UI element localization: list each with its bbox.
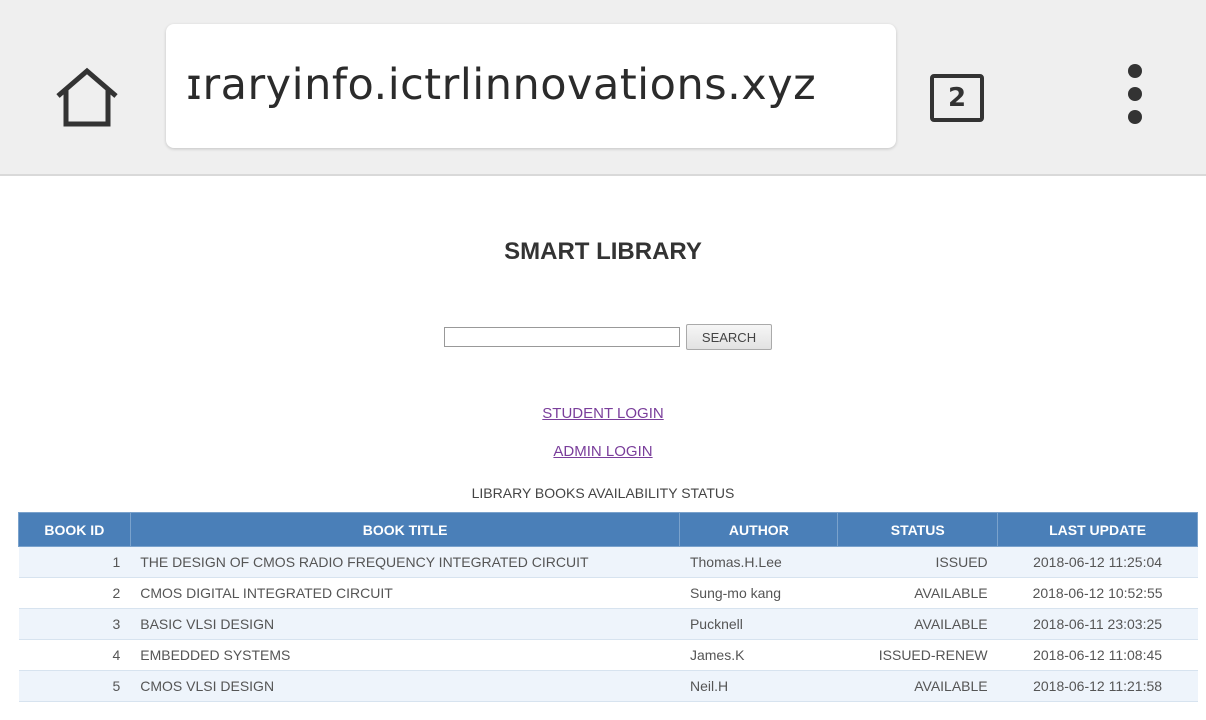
author-cell: James.K xyxy=(679,639,838,671)
book-id-cell: 2 xyxy=(18,577,131,609)
menu-dot xyxy=(1128,64,1142,78)
address-bar[interactable]: ɪraryinfo.ictrlinnovations.xyz xyxy=(166,24,896,148)
menu-dot xyxy=(1128,87,1142,101)
book-id-cell: 1 xyxy=(18,546,131,578)
column-header-last-update: LAST UPDATE xyxy=(997,512,1198,547)
home-button[interactable] xyxy=(52,66,122,128)
admin-login-link[interactable]: ADMIN LOGIN xyxy=(553,443,652,460)
menu-dot xyxy=(1128,110,1142,124)
tab-count: 2 xyxy=(947,83,967,113)
status-cell: AVAILABLE xyxy=(837,577,998,609)
table-row: 5 CMOS VLSI DESIGN Neil.H AVAILABLE 2018… xyxy=(18,670,1198,702)
tab-switcher-button[interactable]: 2 xyxy=(928,70,988,126)
search-button[interactable]: SEARCH xyxy=(686,324,772,350)
status-cell: AVAILABLE xyxy=(837,670,998,702)
url-text: ɪraryinfo.ictrlinnovations.xyz xyxy=(186,60,817,110)
book-id-cell: 4 xyxy=(18,639,131,671)
book-title-cell: THE DESIGN OF CMOS RADIO FREQUENCY INTEG… xyxy=(130,546,680,578)
column-header-book-title: BOOK TITLE xyxy=(129,512,681,547)
book-title-cell: EMBEDDED SYSTEMS xyxy=(130,639,680,671)
column-header-status: STATUS xyxy=(837,512,999,547)
author-cell: Thomas.H.Lee xyxy=(679,546,838,578)
book-id-cell: 5 xyxy=(18,670,131,702)
book-id-cell: 3 xyxy=(18,608,131,640)
status-cell: AVAILABLE xyxy=(837,608,998,640)
browser-toolbar: ɪraryinfo.ictrlinnovations.xyz 2 xyxy=(0,0,1206,176)
last-update-cell: 2018-06-11 23:03:25 xyxy=(997,608,1198,640)
table-row: 3 BASIC VLSI DESIGN Pucknell AVAILABLE 2… xyxy=(18,608,1198,640)
page-title: SMART LIBRARY xyxy=(504,238,702,265)
author-cell: Neil.H xyxy=(679,670,838,702)
books-table: BOOK ID BOOK TITLE AUTHOR STATUS LAST UP… xyxy=(18,512,1198,702)
author-cell: Pucknell xyxy=(679,608,838,640)
book-title-cell: BASIC VLSI DESIGN xyxy=(130,608,680,640)
last-update-cell: 2018-06-12 11:08:45 xyxy=(997,639,1198,671)
admin-login-link-row: ADMIN LOGIN xyxy=(0,443,1206,460)
last-update-cell: 2018-06-12 11:21:58 xyxy=(997,670,1198,702)
table-row: 1 THE DESIGN OF CMOS RADIO FREQUENCY INT… xyxy=(18,546,1198,578)
column-header-author: AUTHOR xyxy=(679,512,839,547)
status-cell: ISSUED xyxy=(837,546,998,578)
student-login-link-row: STUDENT LOGIN xyxy=(0,405,1206,422)
book-title-cell: CMOS DIGITAL INTEGRATED CIRCUIT xyxy=(130,577,680,609)
last-update-cell: 2018-06-12 10:52:55 xyxy=(997,577,1198,609)
more-vert-icon[interactable] xyxy=(1116,60,1156,140)
status-cell: ISSUED-RENEW xyxy=(837,639,998,671)
table-row: 4 EMBEDDED SYSTEMS James.K ISSUED-RENEW … xyxy=(18,639,1198,671)
search-input[interactable] xyxy=(444,327,680,347)
table-row: 2 CMOS DIGITAL INTEGRATED CIRCUIT Sung-m… xyxy=(18,577,1198,609)
table-header-row: BOOK ID BOOK TITLE AUTHOR STATUS LAST UP… xyxy=(18,512,1198,547)
author-cell: Sung-mo kang xyxy=(679,577,838,609)
tab-count-badge: 2 xyxy=(930,74,984,122)
table-caption: LIBRARY BOOKS AVAILABILITY STATUS xyxy=(471,485,735,501)
column-header-book-id: BOOK ID xyxy=(18,512,131,547)
book-title-cell: CMOS VLSI DESIGN xyxy=(130,670,680,702)
home-icon xyxy=(56,67,118,127)
student-login-link[interactable]: STUDENT LOGIN xyxy=(542,405,663,422)
last-update-cell: 2018-06-12 11:25:04 xyxy=(997,546,1198,578)
